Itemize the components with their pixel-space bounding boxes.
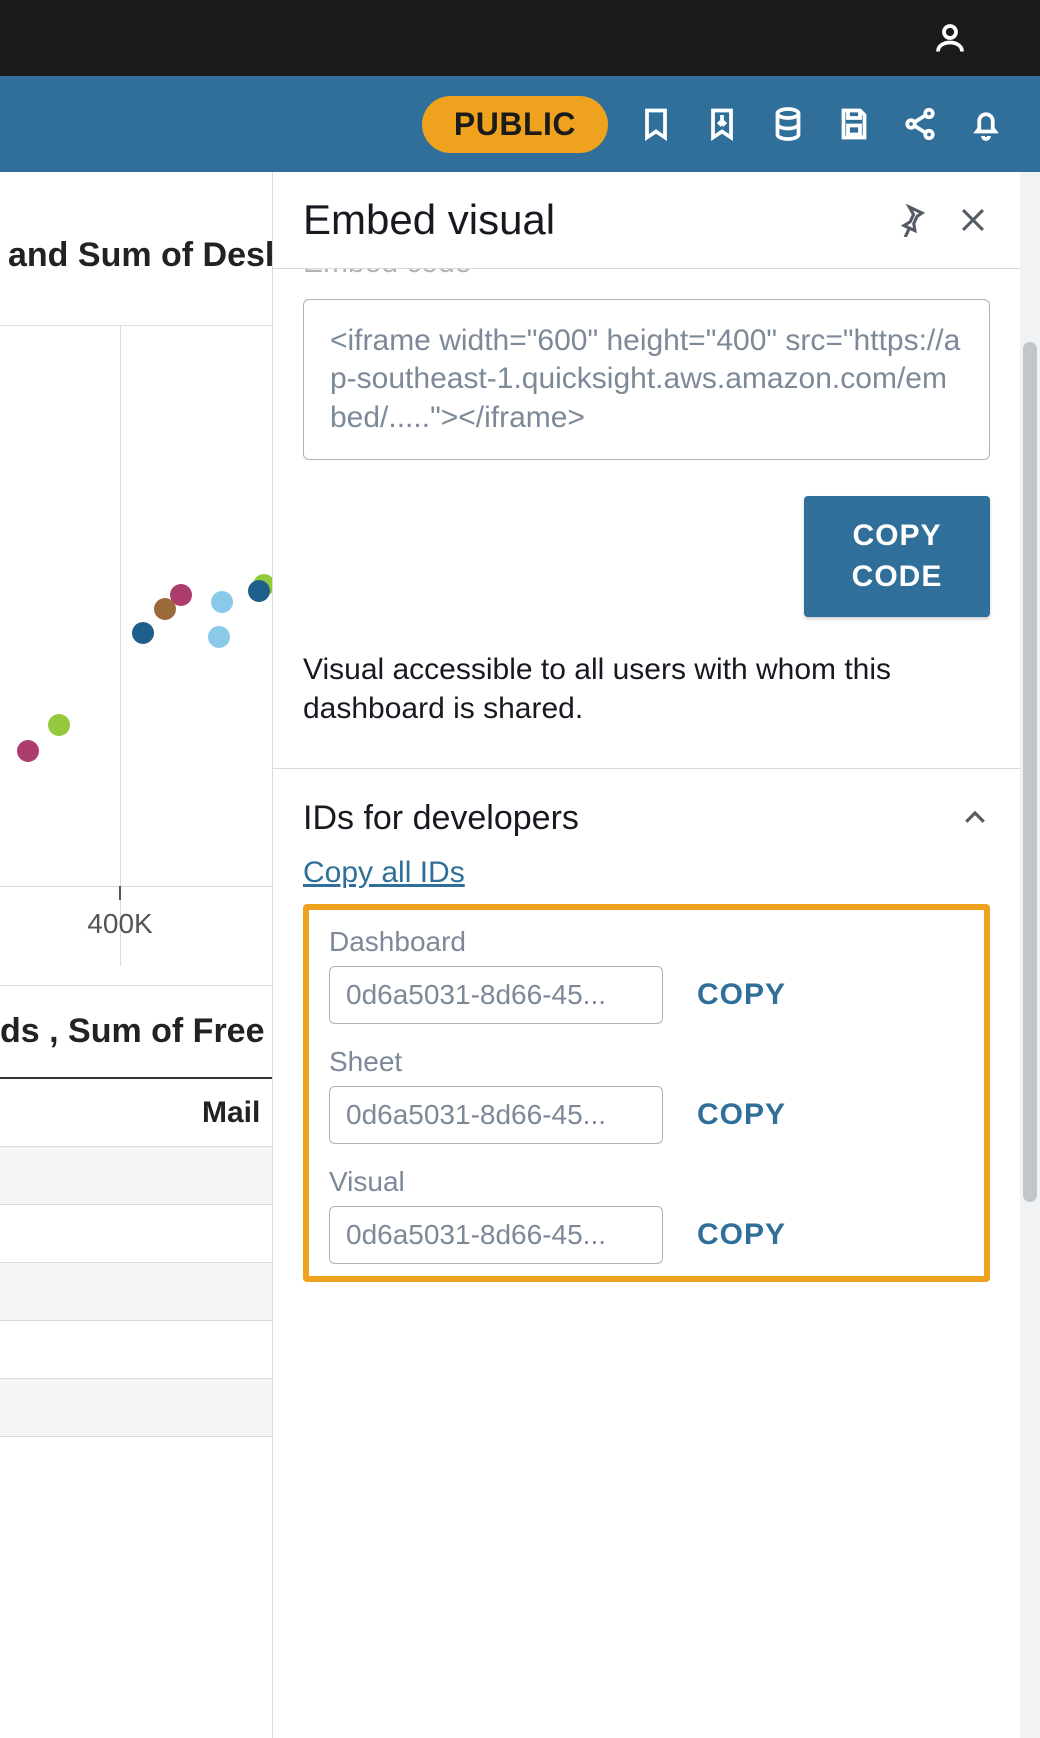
scatter-point [132, 622, 154, 644]
scatter-plot: 400K [0, 325, 272, 965]
table-row [0, 1379, 272, 1437]
scatter-point [208, 626, 230, 648]
bell-icon[interactable] [968, 106, 1004, 142]
database-icon[interactable] [770, 106, 806, 142]
table-col-mail: Mail [190, 1096, 272, 1130]
table-header-row: Mail [0, 1079, 272, 1147]
table-row [0, 1147, 272, 1205]
bookmark-icon[interactable] [638, 106, 674, 142]
share-icon[interactable] [902, 106, 938, 142]
ids-section-title: IDs for developers [303, 799, 579, 838]
embed-visual-panel: Embed visual Embed code <iframe width="6… [272, 172, 1020, 1738]
user-icon[interactable] [932, 20, 968, 56]
table-row [0, 1321, 272, 1379]
id-row-visual: Visual 0d6a5031-8d66-45... COPY [329, 1166, 964, 1264]
public-badge: PUBLIC [422, 96, 608, 153]
data-table: Mail [0, 1077, 272, 1437]
copy-sheet-button[interactable]: COPY [697, 1098, 786, 1132]
save-icon[interactable] [836, 106, 872, 142]
vertical-scrollbar[interactable] [1020, 172, 1040, 1738]
scatter-point [154, 598, 176, 620]
embed-code-label: Embed code [303, 269, 990, 287]
id-label-dashboard: Dashboard [329, 926, 964, 958]
id-label-visual: Visual [329, 1166, 964, 1198]
id-row-sheet: Sheet 0d6a5031-8d66-45... COPY [329, 1046, 964, 1144]
close-icon[interactable] [956, 203, 990, 237]
copy-visual-button[interactable]: COPY [697, 1218, 786, 1252]
scatter-point [248, 580, 270, 602]
chart-title: and Sum of Desk [0, 172, 272, 275]
axis-tick-label: 400K [87, 908, 152, 940]
pin-icon[interactable] [894, 203, 928, 237]
table-row [0, 1263, 272, 1321]
sharing-note: Visual accessible to all users with whom… [303, 651, 990, 728]
scatter-point [17, 740, 39, 762]
chart-area: and Sum of Desk 400K ds , Sum of Free Si… [0, 172, 272, 1738]
id-value-visual[interactable]: 0d6a5031-8d66-45... [329, 1206, 663, 1264]
panel-header: Embed visual [273, 172, 1020, 269]
table-title: ds , Sum of Free Si [0, 985, 272, 1077]
chart-gridlines [0, 326, 272, 966]
scatter-point [48, 714, 70, 736]
table-row [0, 1205, 272, 1263]
download-icon[interactable] [704, 106, 740, 142]
chevron-up-icon [960, 803, 990, 833]
id-value-sheet[interactable]: 0d6a5031-8d66-45... [329, 1086, 663, 1144]
panel-body: Embed code <iframe width="600" height="4… [273, 269, 1020, 1738]
panel-title: Embed visual [303, 196, 555, 244]
ids-highlight-box: Dashboard 0d6a5031-8d66-45... COPY Sheet… [303, 904, 990, 1282]
dashboard-toolbar: PUBLIC [0, 76, 1040, 172]
workspace: and Sum of Desk 400K ds , Sum of Free Si… [0, 172, 1040, 1738]
scatter-point [211, 591, 233, 613]
app-topbar [0, 0, 1040, 76]
copy-dashboard-button[interactable]: COPY [697, 978, 786, 1012]
ids-section-header[interactable]: IDs for developers [303, 769, 990, 856]
copy-code-button[interactable]: COPY CODE [804, 496, 990, 617]
id-label-sheet: Sheet [329, 1046, 964, 1078]
copy-all-ids-link[interactable]: Copy all IDs [303, 856, 465, 890]
id-row-dashboard: Dashboard 0d6a5031-8d66-45... COPY [329, 926, 964, 1024]
id-value-dashboard[interactable]: 0d6a5031-8d66-45... [329, 966, 663, 1024]
axis-tick-mark [119, 886, 121, 900]
scrollbar-thumb[interactable] [1023, 342, 1037, 1202]
embed-code-box[interactable]: <iframe width="600" height="400" src="ht… [303, 299, 990, 460]
